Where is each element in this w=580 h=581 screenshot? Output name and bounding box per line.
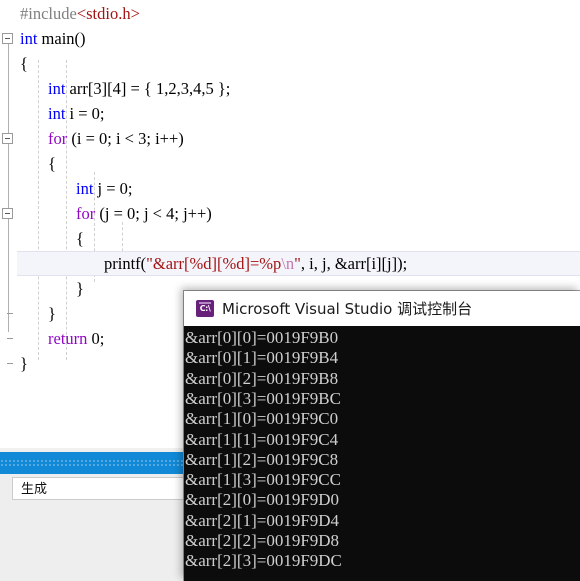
output-source-label: 生成 [21,482,48,497]
code-token: { [20,54,28,73]
cpp-console-icon: C:\ [196,300,214,317]
console-output-line: &arr[2][3]=0019F9DC [185,551,342,571]
console-output-line: &arr[0][1]=0019F9B4 [185,348,339,368]
code-token: 0; [87,329,105,348]
code-token: return [48,329,88,348]
code-line[interactable]: { [76,226,84,251]
console-window-title: Microsoft Visual Studio 调试控制台 [222,300,473,318]
console-window[interactable]: C:\ Microsoft Visual Studio 调试控制台 &arr[0… [184,291,580,581]
code-token: } [48,304,56,323]
console-output-line: &arr[1][1]=0019F9C4 [185,429,339,449]
console-output-line: &arr[1][2]=0019F9C8 [185,449,339,469]
code-token: for [76,204,96,223]
code-token: (i = 0; i < 3; i++) [67,129,184,148]
console-output-line: &arr[0][3]=0019F9BC [185,388,341,408]
code-line[interactable]: return 0; [48,326,104,351]
code-token: " [294,254,301,273]
code-token: printf( [104,254,147,273]
code-line[interactable]: int main() [20,26,86,51]
indent-guide [38,60,39,360]
code-line[interactable]: #include<stdio.h> [20,1,140,26]
code-line[interactable]: } [20,351,28,376]
code-token: int [48,79,66,98]
code-token: { [76,229,84,248]
code-token: \n [281,254,295,273]
console-output-line: &arr[1][0]=0019F9C0 [185,409,339,429]
cpp-console-icon-glyph: C:\ [199,304,211,313]
code-token: { [48,154,56,173]
code-line[interactable]: { [20,51,28,76]
code-token: (j = 0; j < 4; j++) [95,204,212,223]
code-line[interactable]: int j = 0; [76,176,133,201]
code-token: int [20,29,38,48]
code-token: "&arr[%d][%d]=%p [146,254,282,273]
code-token: } [76,279,84,298]
code-line[interactable]: } [48,301,56,326]
code-line[interactable]: int i = 0; [48,101,105,126]
code-token: } [20,354,28,373]
code-line[interactable]: { [48,151,56,176]
console-title-bar[interactable]: C:\ Microsoft Visual Studio 调试控制台 [184,291,580,327]
console-output-area[interactable]: &arr[0][0]=0019F9B0 &arr[0][1]=0019F9B4 &a… [184,326,580,581]
code-token: j = 0; [93,179,133,198]
code-token: <stdio.h> [76,4,140,23]
code-token: main() [37,29,86,48]
console-output-line: &arr[2][1]=0019F9D4 [185,510,340,530]
code-line[interactable]: for (i = 0; i < 3; i++) [48,126,184,151]
code-token: for [48,129,68,148]
console-output-line: &arr[0][0]=0019F9B0 [185,328,339,347]
code-token: , i, j, &arr[i][j]); [300,254,408,273]
code-token: i = 0; [65,104,105,123]
code-line[interactable]: int arr[3][4] = { 1,2,3,4,5 }; [48,76,230,101]
console-output-line: &arr[1][3]=0019F9CC [185,470,341,490]
code-line[interactable]: for (j = 0; j < 4; j++) [76,201,212,226]
console-output-line: &arr[2][2]=0019F9D8 [185,531,340,550]
code-token: int [76,179,94,198]
console-output-line: &arr[0][2]=0019F9B8 [185,368,339,388]
code-token: int [48,104,66,123]
output-source-combobox[interactable]: 生成 [12,477,187,500]
screenshot-root: #include<stdio.h> int main(){int arr[3][4… [0,0,580,581]
code-token: #include [20,4,77,23]
code-line[interactable]: printf("&arr[%d][%d]=%p\n", i, j, &arr[i… [104,251,407,276]
code-token: arr[3][4] = { 1,2,3,4,5 }; [65,79,231,98]
console-output-line: &arr[2][0]=0019F9D0 [185,490,340,510]
code-line[interactable]: } [76,276,84,301]
